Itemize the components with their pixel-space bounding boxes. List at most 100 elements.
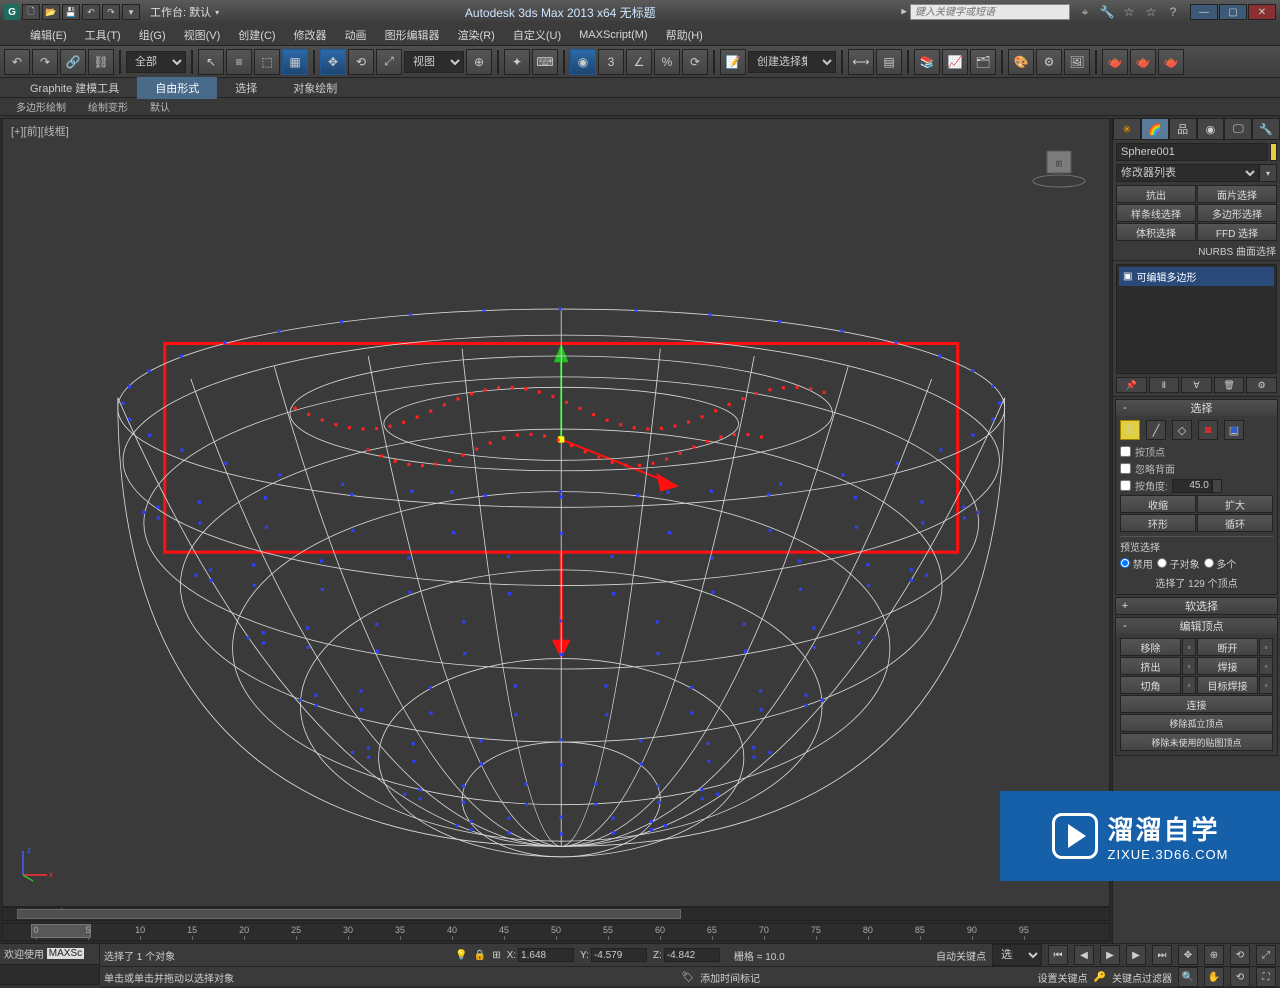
add-time-tag[interactable]: 添加时间标记 [700, 970, 760, 985]
material-button[interactable]: 🎨 [1008, 49, 1034, 75]
save-icon[interactable]: 💾 [62, 4, 80, 20]
rect-select-button[interactable]: ⬚ [254, 49, 280, 75]
grow-button[interactable]: 扩大 [1197, 495, 1273, 513]
preview-off-radio[interactable]: 禁用 [1120, 556, 1153, 571]
mod-btn-splinesel[interactable]: 样条线选择 [1116, 204, 1196, 222]
weld-button[interactable]: 焊接 [1197, 657, 1258, 675]
remove-unused-button[interactable]: 移除未使用的贴图顶点 [1120, 733, 1273, 751]
rollout-header-softsel[interactable]: +软选择 [1116, 598, 1277, 614]
subobj-edge-button[interactable]: ╱ [1146, 420, 1166, 440]
viewport-label[interactable]: [+][前][线框] [11, 123, 69, 139]
mod-btn-meshsel[interactable]: 面片选择 [1197, 185, 1277, 203]
link-button[interactable]: 🔗 [60, 49, 86, 75]
ribbon-tab-paint[interactable]: 对象绘制 [275, 77, 355, 99]
unique-icon[interactable]: ∀ [1181, 377, 1212, 393]
workspace-label[interactable]: 工作台: 默认 [150, 4, 211, 20]
cmd-tab-utilities[interactable]: 🔧 [1252, 118, 1280, 140]
rollout-header-selection[interactable]: -选择 [1116, 400, 1277, 416]
selection-filter[interactable]: 全部 [126, 51, 186, 73]
nav-5-icon[interactable]: 🔍 [1178, 967, 1198, 987]
mod-btn-polysel[interactable]: 多边形选择 [1197, 204, 1277, 222]
menu-tools[interactable]: 工具(T) [85, 27, 121, 43]
target-weld-button[interactable]: 目标焊接 [1197, 676, 1258, 694]
subobj-element-button[interactable]: ▣ [1224, 420, 1244, 440]
subtab-paintdeform[interactable]: 绘制变形 [78, 97, 138, 116]
mod-btn-ffdsel[interactable]: FFD 选择 [1197, 223, 1277, 241]
help-search[interactable]: ▸ [901, 4, 1070, 20]
expand-icon[interactable]: ▣ [1123, 271, 1132, 282]
menu-graph[interactable]: 图形编辑器 [385, 27, 440, 43]
angle-spinner[interactable] [1212, 479, 1222, 493]
help-icon[interactable]: ? [1164, 4, 1182, 20]
object-color-swatch[interactable] [1270, 143, 1277, 161]
lock-icon[interactable]: 💡 [455, 950, 467, 961]
subobj-polygon-button[interactable]: ■ [1198, 420, 1218, 440]
unlink-button[interactable]: ⛓ [88, 49, 114, 75]
menu-maxscript[interactable]: MAXScript(M) [579, 29, 647, 41]
ref-coord-system[interactable]: 视图 [404, 51, 464, 73]
preview-multi-radio[interactable]: 多个 [1204, 556, 1237, 571]
prev-frame-icon[interactable]: ◀ [1074, 945, 1094, 965]
goto-start-icon[interactable]: ⏮ [1048, 945, 1068, 965]
menu-edit[interactable]: 编辑(E) [30, 27, 67, 43]
rollout-header-editverts[interactable]: -编辑顶点 [1116, 618, 1277, 634]
tool-icon[interactable]: 🔧 [1098, 4, 1116, 20]
y-coord-input[interactable] [591, 948, 647, 962]
key-icon[interactable]: 🔑 [1094, 972, 1106, 983]
set-key-button[interactable]: 设置关键点 [1038, 970, 1088, 985]
close-button[interactable]: ✕ [1248, 4, 1276, 20]
dropdown-icon[interactable]: ▾ [122, 4, 140, 20]
remove-button[interactable]: 移除 [1120, 638, 1181, 656]
edit-named-sel-button[interactable]: 📝 [720, 49, 746, 75]
stack-item-editpoly[interactable]: ▣ 可编辑多边形 [1119, 267, 1274, 286]
nav-8-icon[interactable]: ⛶ [1256, 967, 1276, 987]
render-frame-button[interactable]: 🖼 [1064, 49, 1090, 75]
cmd-tab-hierarchy[interactable]: 品 [1169, 118, 1197, 140]
pivot-button[interactable]: ⊕ [466, 49, 492, 75]
loop-button[interactable]: 循环 [1197, 514, 1273, 532]
subtab-polydraw[interactable]: 多边形绘制 [6, 97, 76, 116]
scale-button[interactable]: ⤢ [376, 49, 402, 75]
connect-button[interactable]: 连接 [1120, 695, 1273, 713]
z-coord-input[interactable] [664, 948, 720, 962]
play-icon[interactable]: ▶ [1100, 945, 1120, 965]
menu-group[interactable]: 组(G) [139, 27, 166, 43]
schematic-button[interactable]: 🗂 [970, 49, 996, 75]
show-end-icon[interactable]: Ⅱ [1149, 377, 1180, 393]
break-button[interactable]: 断开 [1197, 638, 1258, 656]
subtab-defaults[interactable]: 默认 [140, 97, 180, 116]
quickrender-button[interactable]: 🫖 [1130, 49, 1156, 75]
cmd-tab-display[interactable]: 🖵 [1224, 118, 1252, 140]
by-vertex-checkbox[interactable]: 按顶点 [1120, 444, 1273, 459]
curve-editor-button[interactable]: 📈 [942, 49, 968, 75]
pin-stack-icon[interactable]: 📌 [1116, 377, 1147, 393]
spinner-snap-button[interactable]: ⟳ [682, 49, 708, 75]
menu-render[interactable]: 渲染(R) [458, 27, 495, 43]
viewport-scrollbar[interactable]: 0 / 100 [2, 907, 1110, 921]
key-target-select[interactable]: 选定对 [992, 944, 1042, 966]
configure-icon[interactable]: ⚙ [1246, 377, 1277, 393]
render-button[interactable]: 🫖 [1102, 49, 1128, 75]
ribbon-tab-selection[interactable]: 选择 [217, 77, 275, 99]
cmd-tab-create[interactable]: ✳ [1113, 118, 1141, 140]
scrollbar-thumb[interactable] [17, 909, 681, 919]
undo-button[interactable]: ↶ [4, 49, 30, 75]
goto-end-icon[interactable]: ⏭ [1152, 945, 1172, 965]
named-selection-set[interactable]: 创建选择集 [748, 51, 836, 73]
modifier-stack[interactable]: ▣ 可编辑多边形 [1116, 264, 1277, 374]
chamfer-button[interactable]: 切角 [1120, 676, 1181, 694]
nav-1-icon[interactable]: ✥ [1178, 945, 1198, 965]
redo-button[interactable]: ↷ [32, 49, 58, 75]
render-prod-button[interactable]: 🫖 [1158, 49, 1184, 75]
angle-snap-button[interactable]: ∠ [626, 49, 652, 75]
subobj-border-button[interactable]: ◇ [1172, 420, 1192, 440]
nav-4-icon[interactable]: ⤢ [1256, 945, 1276, 965]
snap-button[interactable]: ◉ [570, 49, 596, 75]
undo-icon[interactable]: ↶ [82, 4, 100, 20]
app-icon[interactable]: G [4, 4, 20, 20]
extrude-button[interactable]: 挤出 [1120, 657, 1181, 675]
search-input[interactable] [910, 4, 1070, 20]
nav-7-icon[interactable]: ⟲ [1230, 967, 1250, 987]
by-angle-checkbox[interactable] [1120, 480, 1131, 491]
remove-mod-icon[interactable]: 🗑 [1214, 377, 1245, 393]
